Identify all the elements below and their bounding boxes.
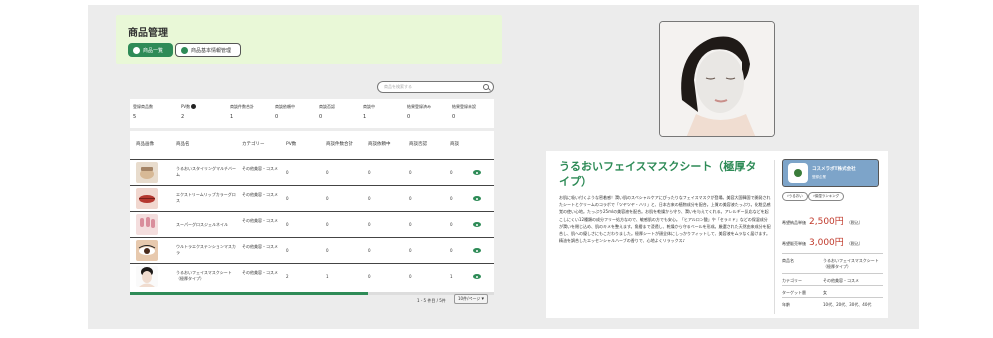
product-table: 商品画像 商品名 カテゴリー PV数 商談件数合計 商談依頼中 商談否認 商談 …: [130, 131, 494, 292]
view-icon[interactable]: [473, 222, 481, 227]
col-denied: 商談否認: [409, 142, 427, 147]
product-main-image: [659, 21, 775, 137]
header-bar: 商品管理 商品一覧 商品基本情報管理: [116, 15, 502, 64]
company-name: コスメラボT株式会社: [812, 167, 856, 172]
view-icon[interactable]: [473, 274, 481, 279]
col-category: カテゴリー: [242, 142, 265, 147]
view-icon[interactable]: [473, 170, 481, 175]
help-icon[interactable]: [191, 104, 197, 109]
product-thumbnail: [136, 162, 158, 183]
stats-bar: 登録商品数 5 PV数 2 商談件数合計 1 商談依頼中 0 商談否認 0 商談中 1 結…: [130, 99, 494, 128]
col-image: 商品画像: [136, 142, 154, 147]
product-management-panel: 商品管理 商品一覧 商品基本情報管理 商品を検索する 登録商品数 5 PV数 2 …: [116, 15, 502, 315]
product-thumbnail: [136, 214, 158, 235]
product-thumbnail: [136, 240, 158, 261]
table-scrollbar[interactable]: [130, 292, 368, 295]
spec-row: カテゴリー その他美容・コスメ: [782, 273, 883, 285]
table-row[interactable]: ウルトラエクステンションマスカラ その他美容・コスメ 0 0 0 0 0: [130, 237, 494, 263]
col-total: 商談件数合計: [326, 142, 353, 147]
product-info-button[interactable]: 商品基本情報管理: [175, 43, 241, 57]
search-input[interactable]: 商品を検索する: [377, 81, 494, 93]
table-row[interactable]: スーパーグロスジェルネイル その他美容・コスメ 0 0 0 0 0: [130, 211, 494, 237]
company-badge: 登録企業: [812, 175, 826, 179]
per-page-select[interactable]: 10件/ページ: [454, 294, 488, 304]
product-list-button[interactable]: 商品一覧: [128, 43, 173, 57]
pager-range: 1 - 5 件目 / 5件: [417, 298, 446, 303]
view-icon[interactable]: [473, 248, 481, 253]
tag-chip[interactable]: ♯うるおい: [782, 192, 808, 201]
retail-price: 希望販売単価 3,000円 （税込）: [782, 238, 863, 248]
list-icon: [133, 46, 140, 54]
spec-row: ターゲット層女: [782, 285, 883, 297]
product-description: お肌に吸い付くような密着感！潤い肌のスペシャルケアにぴったりなフェイスマスクが登…: [559, 195, 771, 244]
search-icon[interactable]: [483, 84, 489, 90]
table-row[interactable]: うるおいスタイリングマルチバーム その他美容・コスメ 0 0 0 0 0: [130, 159, 494, 185]
spec-row: 年齢 10代、20代、30代、40代: [782, 297, 883, 311]
col-requested: 商談依頼中: [368, 142, 391, 147]
company-card[interactable]: コスメラボT株式会社 登録企業: [782, 159, 879, 187]
spec-row: 商品名 うるおいフェイスマスクシート（極厚タイプ）: [782, 253, 883, 273]
product-thumbnail: [136, 266, 158, 287]
product-detail-card: うるおいフェイスマスクシート（極厚タイプ） お肌に吸い付くような密着感！潤い肌の…: [546, 151, 888, 318]
company-logo-icon: [788, 163, 808, 183]
wholesale-price: 希望納品単価 2,500円 （税込）: [782, 217, 863, 227]
view-icon[interactable]: [473, 196, 481, 201]
divider: [774, 160, 775, 314]
info-icon: [181, 46, 188, 54]
col-deal: 商談: [450, 142, 459, 147]
table-row[interactable]: うるおいフェイスマスクシート（極厚タイプ） その他美容・コスメ 2 1 0 0 …: [130, 263, 494, 289]
col-name: 商品名: [176, 142, 190, 147]
product-title: うるおいフェイスマスクシート（極厚タイプ）: [559, 160, 757, 188]
tag-chip[interactable]: ♯保湿ランキング: [808, 192, 845, 201]
table-row[interactable]: エクストリームリップカラーグロス その他美容・コスメ 0 0 0 0 0: [130, 185, 494, 211]
col-pv: PV数: [286, 142, 297, 147]
product-thumbnail: [136, 188, 158, 209]
page-title: 商品管理: [128, 28, 168, 39]
